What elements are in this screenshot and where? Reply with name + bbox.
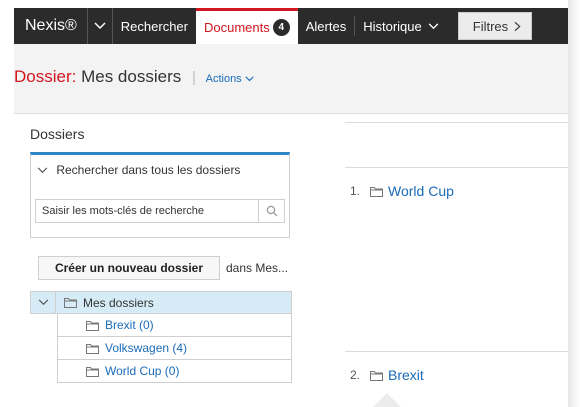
brand-menu-button[interactable] — [86, 8, 113, 44]
create-folder-button[interactable]: Créer un nouveau dossier — [38, 256, 220, 280]
page-title: Dossier: Mes dossiers | Actions — [14, 67, 254, 87]
search-all-folders-toggle[interactable]: Rechercher dans tous les dossiers — [37, 163, 240, 177]
results-divider — [345, 167, 568, 168]
folder-icon — [86, 343, 99, 354]
page-edge-shadow — [568, 0, 580, 407]
chevron-down-icon — [245, 76, 254, 82]
nav-alertes[interactable]: Alertes — [298, 8, 354, 44]
folder-icon — [64, 298, 77, 308]
folder-icon — [86, 320, 99, 331]
result-folder-link[interactable]: Brexit — [388, 367, 424, 383]
chevron-down-icon — [428, 22, 439, 29]
tree-item-volkswagen[interactable]: Volkswagen (4) — [57, 337, 292, 360]
chevron-down-icon — [94, 22, 106, 30]
documents-count-badge: 4 — [272, 19, 290, 36]
filtres-label: Filtres — [472, 18, 509, 34]
results-divider — [345, 351, 568, 352]
actions-label: Actions — [205, 73, 242, 85]
folder-icon — [86, 366, 99, 377]
tree-item-label: Volkswagen (4) — [105, 341, 188, 355]
tree-root-mes-dossiers[interactable]: Mes dossiers — [30, 291, 292, 314]
search-icon — [266, 205, 277, 217]
results-divider — [345, 122, 568, 123]
nav-rechercher[interactable]: Rechercher — [113, 8, 196, 44]
page-title-label: Dossier: — [14, 67, 77, 86]
tree-collapse-toggle[interactable] — [31, 292, 56, 313]
folders-panel-title: Dossiers — [30, 126, 85, 142]
brand-logo[interactable]: Nexis® — [14, 8, 87, 44]
top-nav-bar: Nexis® Rechercher Documents 4 Alertes Hi… — [14, 8, 568, 44]
folder-icon — [370, 370, 384, 381]
create-folder-location: dans Mes... — [226, 261, 289, 275]
folder-search-input[interactable] — [36, 200, 254, 222]
result-item[interactable]: 2. Brexit — [350, 367, 424, 383]
tooltip-pointer — [373, 393, 401, 407]
actions-menu[interactable]: Actions — [206, 73, 254, 85]
search-all-folders-label: Rechercher dans tous les dossiers — [56, 163, 241, 177]
tree-item-brexit[interactable]: Brexit (0) — [57, 314, 292, 337]
chevron-right-icon — [514, 21, 521, 31]
page-title-value: Mes dossiers — [81, 67, 182, 86]
tree-item-label: Brexit (0) — [105, 318, 154, 332]
result-number: 1. — [350, 184, 361, 198]
result-item[interactable]: 1. World Cup — [350, 183, 454, 199]
chevron-down-icon — [38, 299, 48, 306]
folder-search-panel: Rechercher dans tous les dossiers — [30, 152, 290, 238]
nav-documents[interactable]: Documents 4 — [196, 8, 298, 44]
nav-historique-label: Historique — [363, 18, 422, 34]
tree-item-label: World Cup (0) — [105, 364, 180, 378]
folder-icon — [370, 186, 384, 197]
nav-historique[interactable]: Historique — [355, 8, 447, 44]
tree-root-label: Mes dossiers — [83, 295, 154, 310]
result-folder-link[interactable]: World Cup — [388, 183, 454, 199]
tree-item-world-cup[interactable]: World Cup (0) — [57, 360, 292, 383]
folder-search-field — [35, 199, 285, 223]
title-separator: | — [191, 69, 196, 86]
search-button[interactable] — [258, 200, 284, 222]
nav-documents-label: Documents — [204, 20, 270, 35]
folder-tree: Mes dossiers Brexit (0) Volkswagen (4) W… — [30, 291, 292, 383]
tree-root-label-wrap: Mes dossiers — [56, 296, 154, 310]
filtres-button[interactable]: Filtres — [457, 12, 532, 40]
app-frame: Nexis® Rechercher Documents 4 Alertes Hi… — [0, 0, 580, 407]
chevron-down-icon — [37, 167, 48, 174]
result-number: 2. — [350, 368, 361, 382]
